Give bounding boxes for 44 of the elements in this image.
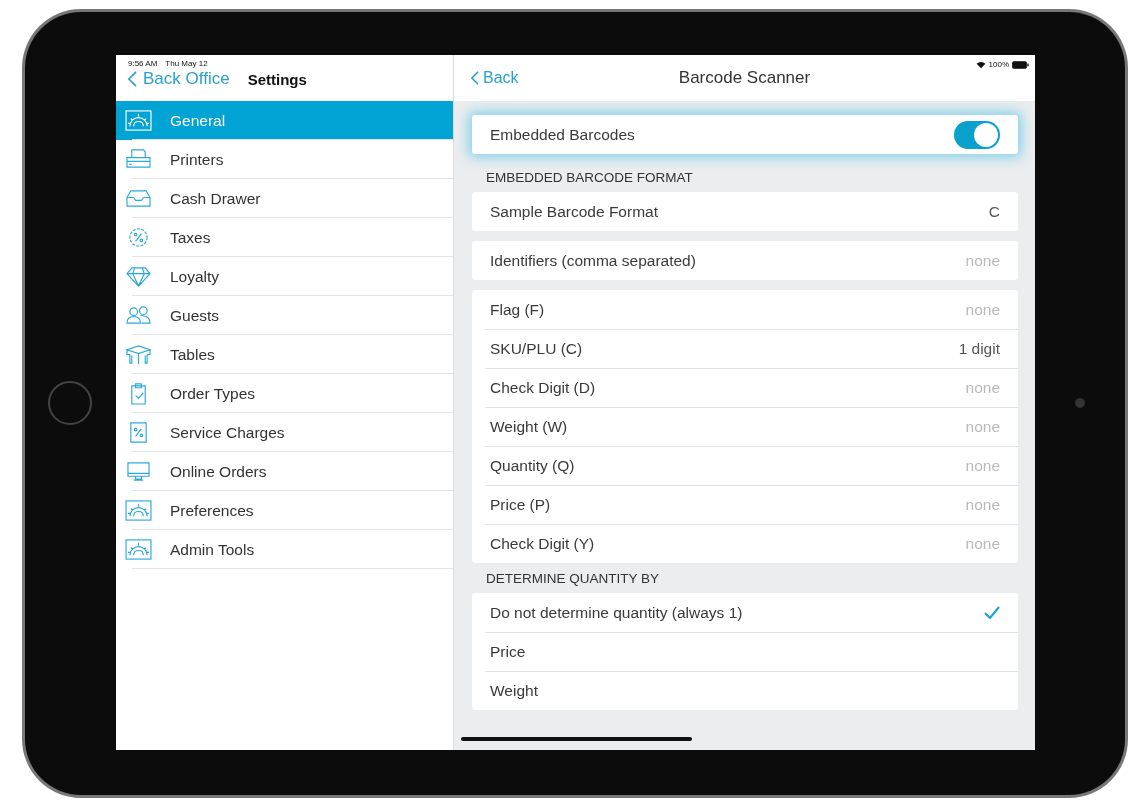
sidebar-item[interactable]: Admin Tools bbox=[116, 530, 453, 569]
setting-row[interactable]: Quantity (Q) none bbox=[472, 446, 1018, 485]
status-date: Thu May 12 bbox=[165, 59, 208, 68]
option-row[interactable]: Do not determine quantity (always 1) bbox=[472, 593, 1018, 632]
chevron-left-icon bbox=[128, 71, 137, 87]
section-header: DETERMINE QUANTITY BY bbox=[485, 571, 661, 588]
wifi-icon bbox=[975, 60, 986, 69]
home-button[interactable] bbox=[47, 380, 92, 425]
setting-label: Embedded Barcodes bbox=[490, 125, 635, 144]
diamond-icon bbox=[125, 265, 152, 288]
chevron-left-icon bbox=[471, 71, 479, 85]
sidebar-title: Settings bbox=[247, 70, 307, 88]
setting-row[interactable]: Flag (F) none bbox=[472, 290, 1018, 329]
table-icon bbox=[125, 343, 152, 366]
setting-row[interactable]: Check Digit (Y) none bbox=[472, 524, 1018, 563]
setting-row[interactable]: Sample Barcode Format C bbox=[472, 192, 1018, 231]
sidebar-item[interactable]: Cash Drawer bbox=[116, 179, 453, 218]
drawer-icon bbox=[125, 187, 152, 210]
sidebar-item[interactable]: Preferences bbox=[116, 491, 453, 530]
sidebar-item[interactable]: Loyalty bbox=[116, 257, 453, 296]
monitor-icon bbox=[125, 460, 152, 483]
page-title: Barcode Scanner bbox=[678, 68, 811, 88]
setting-row[interactable]: Price (P) none bbox=[472, 485, 1018, 524]
option-row[interactable]: Weight bbox=[472, 671, 1018, 710]
sidebar-item[interactable]: Printers bbox=[116, 140, 453, 179]
printer-icon bbox=[125, 148, 152, 171]
sidebar-item[interactable]: Guests bbox=[116, 296, 453, 335]
section-header: EMBEDDED BARCODE FORMAT bbox=[485, 170, 694, 187]
sidebar-item[interactable]: Tables bbox=[116, 335, 453, 374]
status-time: 9:56 AM bbox=[128, 59, 158, 68]
camera-dot bbox=[1075, 397, 1085, 408]
sidebar-item[interactable]: Online Orders bbox=[116, 452, 453, 491]
battery-icon bbox=[1012, 60, 1029, 69]
sidebar-item[interactable]: Service Charges bbox=[116, 413, 453, 452]
battery-percent: 100% bbox=[988, 60, 1009, 69]
setting-row[interactable]: SKU/PLU (C) 1 digit bbox=[472, 329, 1018, 368]
sidebar-item[interactable]: Taxes bbox=[116, 218, 453, 257]
toggle-switch[interactable] bbox=[954, 120, 1000, 149]
setting-row[interactable]: Weight (W) none bbox=[472, 407, 1018, 446]
sidebar-item[interactable]: Order Types bbox=[116, 374, 453, 413]
setting-row[interactable]: Identifiers (comma separated) none bbox=[472, 241, 1018, 280]
people-icon bbox=[125, 304, 152, 327]
option-row[interactable]: Price bbox=[472, 632, 1018, 671]
setting-row[interactable]: Check Digit (D) none bbox=[472, 368, 1018, 407]
